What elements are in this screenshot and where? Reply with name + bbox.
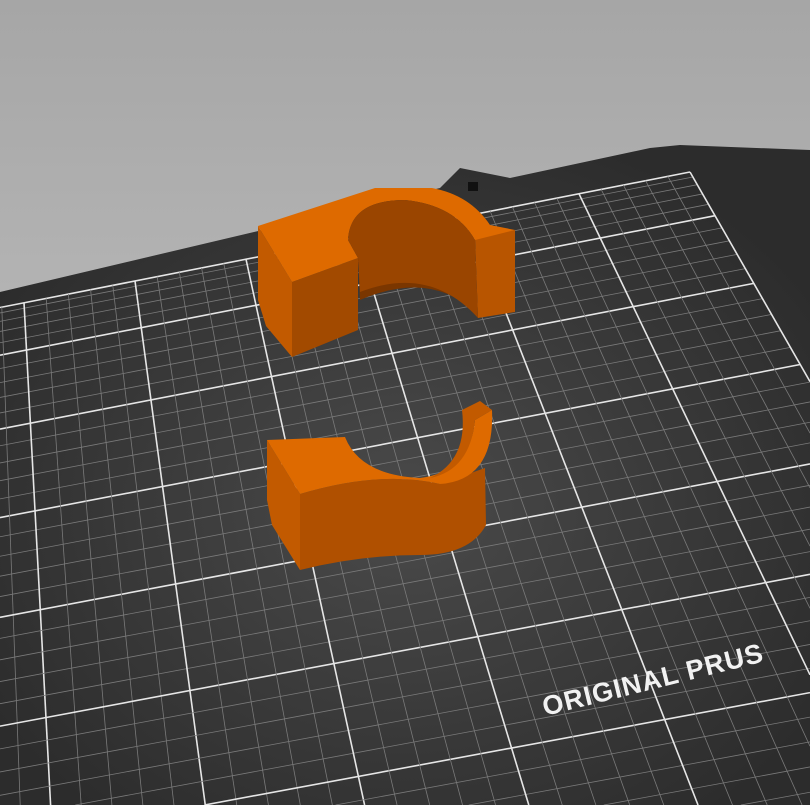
upper-right-face bbox=[475, 230, 515, 318]
bed-notch-icon bbox=[468, 182, 478, 191]
scene: ORIGINAL PRUS bbox=[0, 0, 810, 805]
3d-viewport[interactable]: ORIGINAL PRUS bbox=[0, 0, 810, 805]
